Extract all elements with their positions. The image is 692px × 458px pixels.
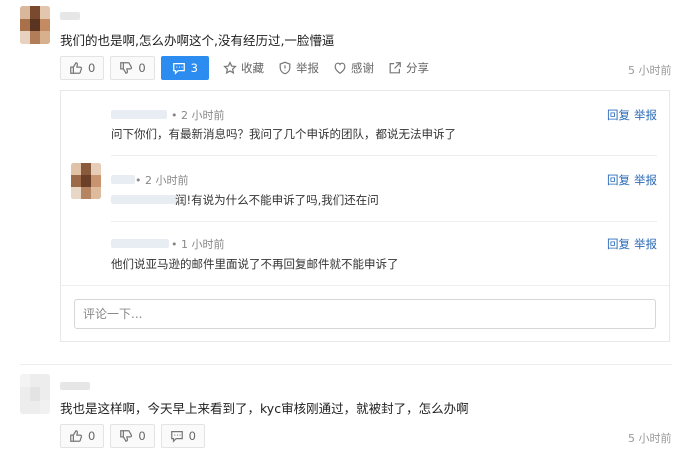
comment-icon [170,431,183,443]
report-link[interactable]: 举报 [634,237,657,251]
thumbs-up-icon [70,430,83,442]
post-time: 5 小时前 [628,432,672,445]
dislike-count: 0 [138,429,146,443]
thumbs-up-icon [70,62,83,74]
share-button[interactable]: 分享 [388,60,429,76]
favorite-label: 收藏 [240,61,264,75]
shield-icon [279,61,291,75]
thumbs-down-icon [120,62,133,74]
username[interactable] [60,382,90,390]
reply-time: • 2 小时前 [135,174,189,187]
reply-button[interactable]: 回复 [607,108,630,122]
avatar[interactable] [20,374,50,414]
comment-button[interactable]: 0 [160,424,205,448]
post-actions: 0 0 3 收藏 举报 感谢 分享 [60,56,429,80]
like-count: 0 [88,61,96,75]
comment-thread: • 2 小时前 问下你们，有最新消息吗？我问了几个申诉的团队，都说无法申诉了 回… [60,90,670,342]
post-divider [20,364,672,365]
username[interactable] [60,12,80,20]
reply-time: • 2 小时前 [171,109,225,122]
mention[interactable] [111,195,177,204]
comment-count: 0 [188,429,196,443]
report-label: 举报 [295,61,319,75]
like-count: 0 [88,429,96,443]
share-label: 分享 [405,61,429,75]
reply-username[interactable] [111,175,135,184]
like-button[interactable]: 0 [60,424,105,448]
divider [61,285,669,286]
thanks-label: 感谢 [350,61,374,75]
reply-actions: 回复 举报 [603,172,657,188]
reply-time: • 1 小时前 [171,238,225,251]
comment-button[interactable]: 3 [160,56,209,80]
reply-text: 问下你们，有最新消息吗？我问了几个申诉的团队，都说无法申诉了 [111,127,456,141]
reply-actions: 回复 举报 [603,236,657,252]
reply-text: 润!有说为什么不能申诉了吗,我们还在问 [175,193,379,207]
heart-icon [334,62,346,74]
post-text: 我们的也是啊,怎么办啊这个,没有经历过,一脸懵逼 [60,33,335,48]
favorite-button[interactable]: 收藏 [223,60,264,76]
dislike-button[interactable]: 0 [110,424,155,448]
thanks-button[interactable]: 感谢 [333,60,374,76]
avatar[interactable] [20,6,50,44]
post-actions: 0 0 0 [60,424,205,448]
reply-username[interactable] [111,110,167,119]
divider [111,221,657,222]
divider [111,155,657,156]
comment-icon [172,63,185,75]
reply-button[interactable]: 回复 [607,173,630,187]
comment-input[interactable] [74,299,656,329]
reply-button[interactable]: 回复 [607,237,630,251]
dislike-button[interactable]: 0 [110,56,155,80]
report-button[interactable]: 举报 [278,60,319,76]
reply-text: 他们说亚马逊的邮件里面说了不再回复邮件就不能申诉了 [111,257,399,271]
comment-count: 3 [190,61,198,75]
like-button[interactable]: 0 [60,56,105,80]
thumbs-down-icon [120,430,133,442]
dislike-count: 0 [138,61,146,75]
report-link[interactable]: 举报 [634,108,657,122]
share-icon [389,62,401,74]
post-time: 5 小时前 [628,64,672,77]
star-icon [223,61,237,75]
reply-actions: 回复 举报 [603,107,657,123]
reply-username[interactable] [111,239,169,248]
report-link[interactable]: 举报 [634,173,657,187]
post-text: 我也是这样啊，今天早上来看到了，kyc审核刚通过，就被封了，怎么办啊 [60,401,469,416]
avatar[interactable] [71,163,101,199]
